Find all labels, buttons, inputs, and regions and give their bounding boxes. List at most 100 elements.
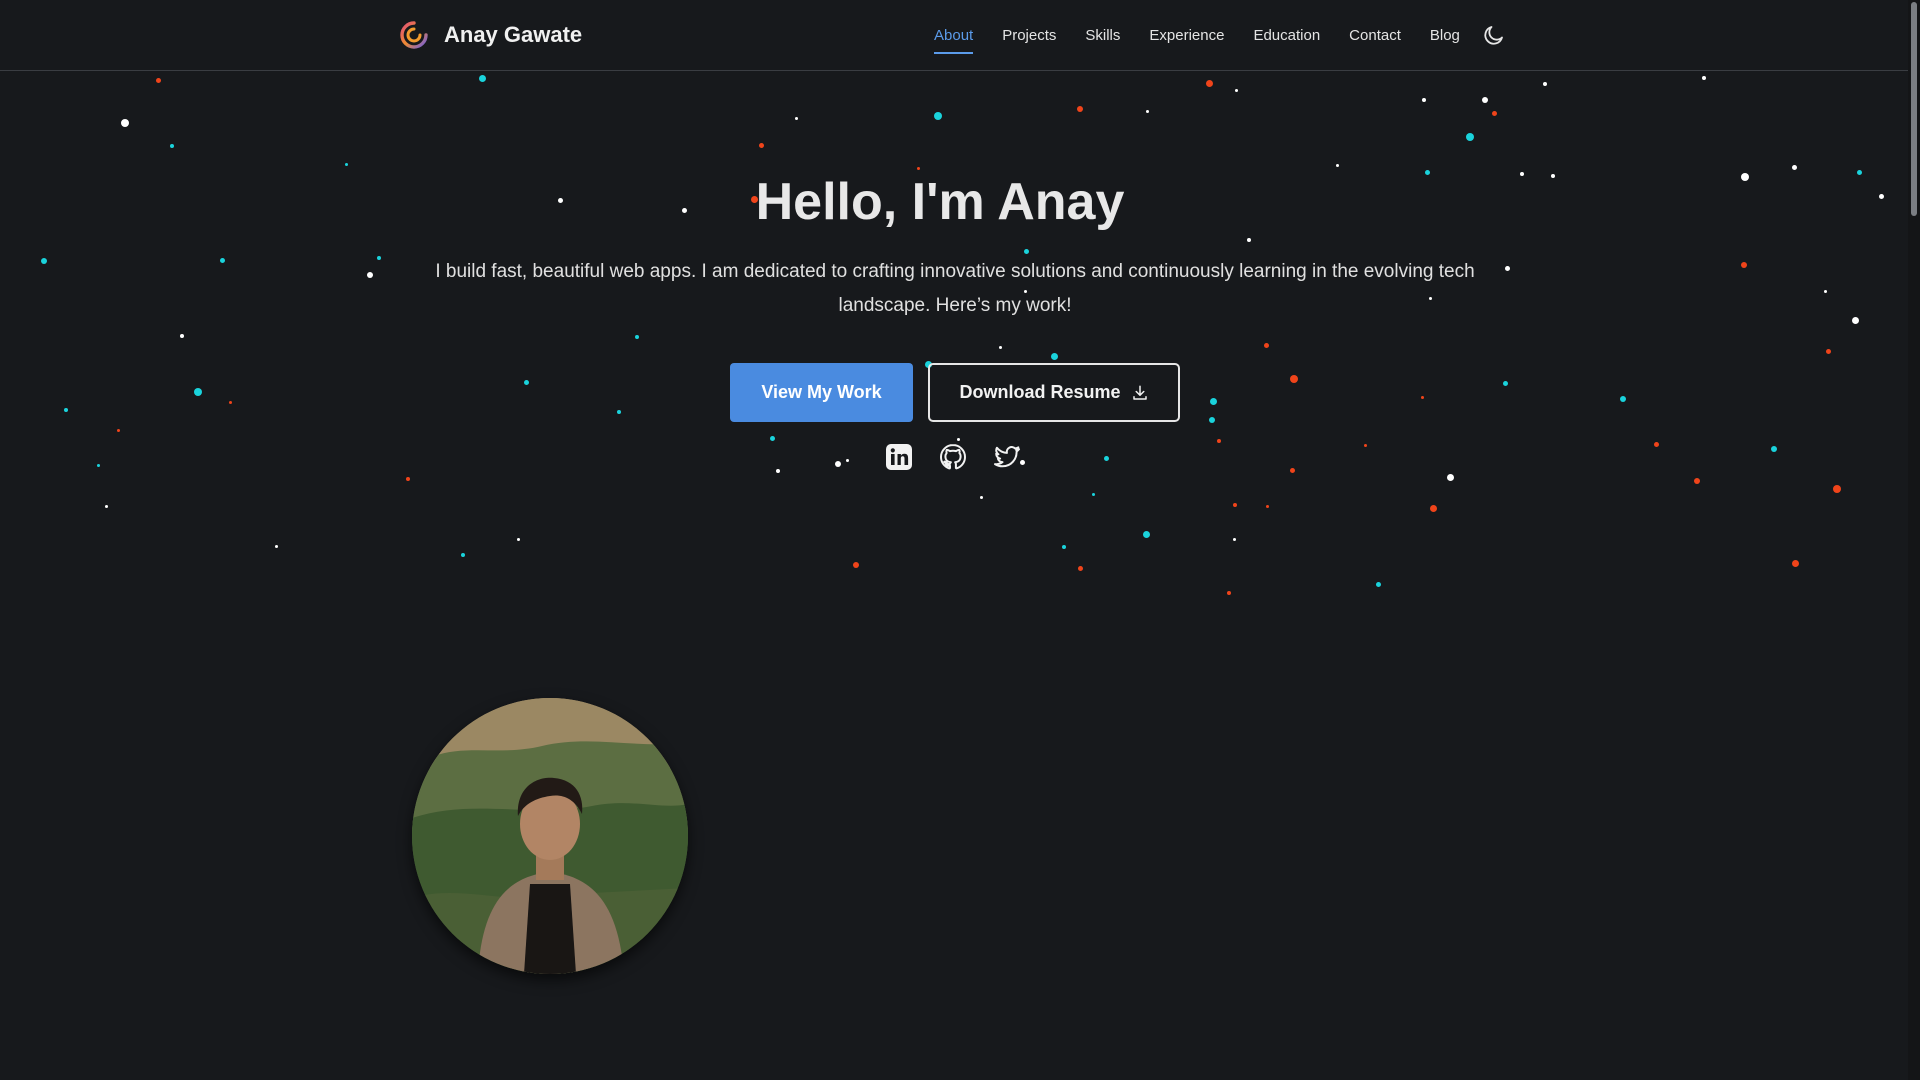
- particle-dot: [1062, 545, 1066, 549]
- particle-dot: [979, 495, 983, 499]
- particle-dot: [194, 388, 202, 396]
- particle-dot: [617, 410, 621, 414]
- particle-dot: [1091, 492, 1095, 496]
- particle-dot: [228, 400, 232, 404]
- nav-item-contact[interactable]: Contact: [1349, 21, 1401, 50]
- particle-dot: [1791, 164, 1797, 170]
- particle-dot: [1227, 591, 1231, 595]
- particle-dot: [219, 257, 225, 263]
- particle-dot: [274, 544, 278, 548]
- particle-dot: [1290, 375, 1298, 383]
- view-my-work-button[interactable]: View My Work: [730, 363, 913, 422]
- particle-dot: [758, 142, 764, 148]
- nav-item-projects[interactable]: Projects: [1002, 21, 1056, 50]
- particle-dot: [1504, 265, 1510, 271]
- particle-dot: [461, 553, 465, 557]
- particle-dot: [956, 437, 960, 441]
- particle-dot: [1375, 581, 1381, 587]
- particle-dot: [1741, 262, 1747, 268]
- particle-dot: [1232, 537, 1236, 541]
- particle-dot: [96, 463, 100, 467]
- scrollbar-thumb[interactable]: [1911, 2, 1917, 216]
- particle-dot: [934, 112, 942, 120]
- particle-dot: [478, 74, 486, 82]
- particle-dot: [1205, 79, 1213, 87]
- particle-dot: [1694, 478, 1700, 484]
- particle-dot: [180, 334, 184, 338]
- nav-item-blog[interactable]: Blog: [1430, 21, 1460, 50]
- nav-item-experience[interactable]: Experience: [1149, 21, 1224, 50]
- particle-dot: [367, 272, 373, 278]
- particle-dot: [116, 428, 120, 432]
- particle-dot: [845, 458, 849, 462]
- particle-dot: [1620, 396, 1626, 402]
- particle-dot: [1771, 446, 1777, 452]
- twitter-icon[interactable]: [992, 442, 1022, 472]
- view-my-work-label: View My Work: [761, 382, 882, 402]
- particle-dot: [998, 345, 1002, 349]
- particle-dot: [41, 258, 47, 264]
- particle-dot: [516, 537, 520, 541]
- particle-dot: [1103, 455, 1109, 461]
- particle-dot: [155, 77, 161, 83]
- nav-item-education[interactable]: Education: [1253, 21, 1320, 50]
- hero-title: Hello, I'm Anay: [755, 173, 1125, 231]
- particle-dot: [776, 469, 780, 473]
- nav-item-skills[interactable]: Skills: [1085, 21, 1120, 50]
- particle-dot: [1702, 76, 1706, 80]
- download-resume-label: Download Resume: [959, 382, 1121, 402]
- particle-dot: [1823, 289, 1827, 293]
- particle-dot: [769, 435, 775, 441]
- particle-dot: [1023, 248, 1029, 254]
- spiral-logo-icon: [400, 21, 428, 49]
- particle-dot: [1543, 82, 1547, 86]
- particle-dot: [1491, 110, 1497, 116]
- particle-dot: [1466, 133, 1474, 141]
- social-links: [884, 442, 1046, 472]
- brand[interactable]: Anay Gawate: [398, 16, 582, 54]
- particle-dot: [1420, 395, 1424, 399]
- particle-dot: [635, 335, 639, 339]
- navbar: Anay Gawate About Projects Skills Experi…: [0, 0, 1908, 71]
- particle-dot: [1142, 530, 1150, 538]
- nav-links: About Projects Skills Experience Educati…: [934, 0, 1489, 70]
- particle-dot: [1145, 109, 1149, 113]
- hero-subtitle: I build fast, beautiful web apps. I am d…: [435, 261, 1475, 316]
- particle-dot: [1209, 417, 1215, 423]
- download-resume-button[interactable]: Download Resume: [928, 363, 1180, 422]
- nav-item-about[interactable]: About: [934, 21, 974, 54]
- particle-dot: [1077, 565, 1083, 571]
- particle-dot: [1217, 439, 1221, 443]
- particle-dot: [1050, 352, 1058, 360]
- particle-dot: [523, 379, 529, 385]
- particle-dot: [835, 461, 841, 467]
- particle-dot: [1422, 98, 1426, 102]
- particle-dot: [1833, 485, 1841, 493]
- particle-dot: [1077, 106, 1083, 112]
- linkedin-icon[interactable]: [884, 442, 914, 472]
- particle-dot: [64, 408, 68, 412]
- brand-name: Anay Gawate: [444, 22, 583, 47]
- particle-dot: [344, 162, 348, 166]
- scrollbar[interactable]: [1908, 0, 1920, 1080]
- particle-dot: [377, 256, 381, 260]
- particle-dot: [1446, 473, 1454, 481]
- particle-dot: [1265, 504, 1269, 508]
- page: Anay Gawate About Projects Skills Experi…: [0, 0, 1920, 1080]
- particle-dot: [1234, 88, 1238, 92]
- particle-dot: [853, 562, 859, 568]
- particle-dot: [1209, 397, 1217, 405]
- particle-dot: [1335, 163, 1339, 167]
- particle-background: [0, 70, 1908, 630]
- particle-dot: [1502, 380, 1508, 386]
- profile-photo: [412, 698, 688, 974]
- particle-dot: [1791, 559, 1799, 567]
- particle-dot: [916, 166, 920, 170]
- github-icon[interactable]: [938, 442, 968, 472]
- download-icon: [1132, 385, 1147, 400]
- particle-dot: [1825, 348, 1831, 354]
- particle-dot: [121, 119, 129, 127]
- particle-dot: [170, 144, 174, 148]
- particle-dot: [406, 477, 410, 481]
- moon-icon[interactable]: [1482, 23, 1506, 47]
